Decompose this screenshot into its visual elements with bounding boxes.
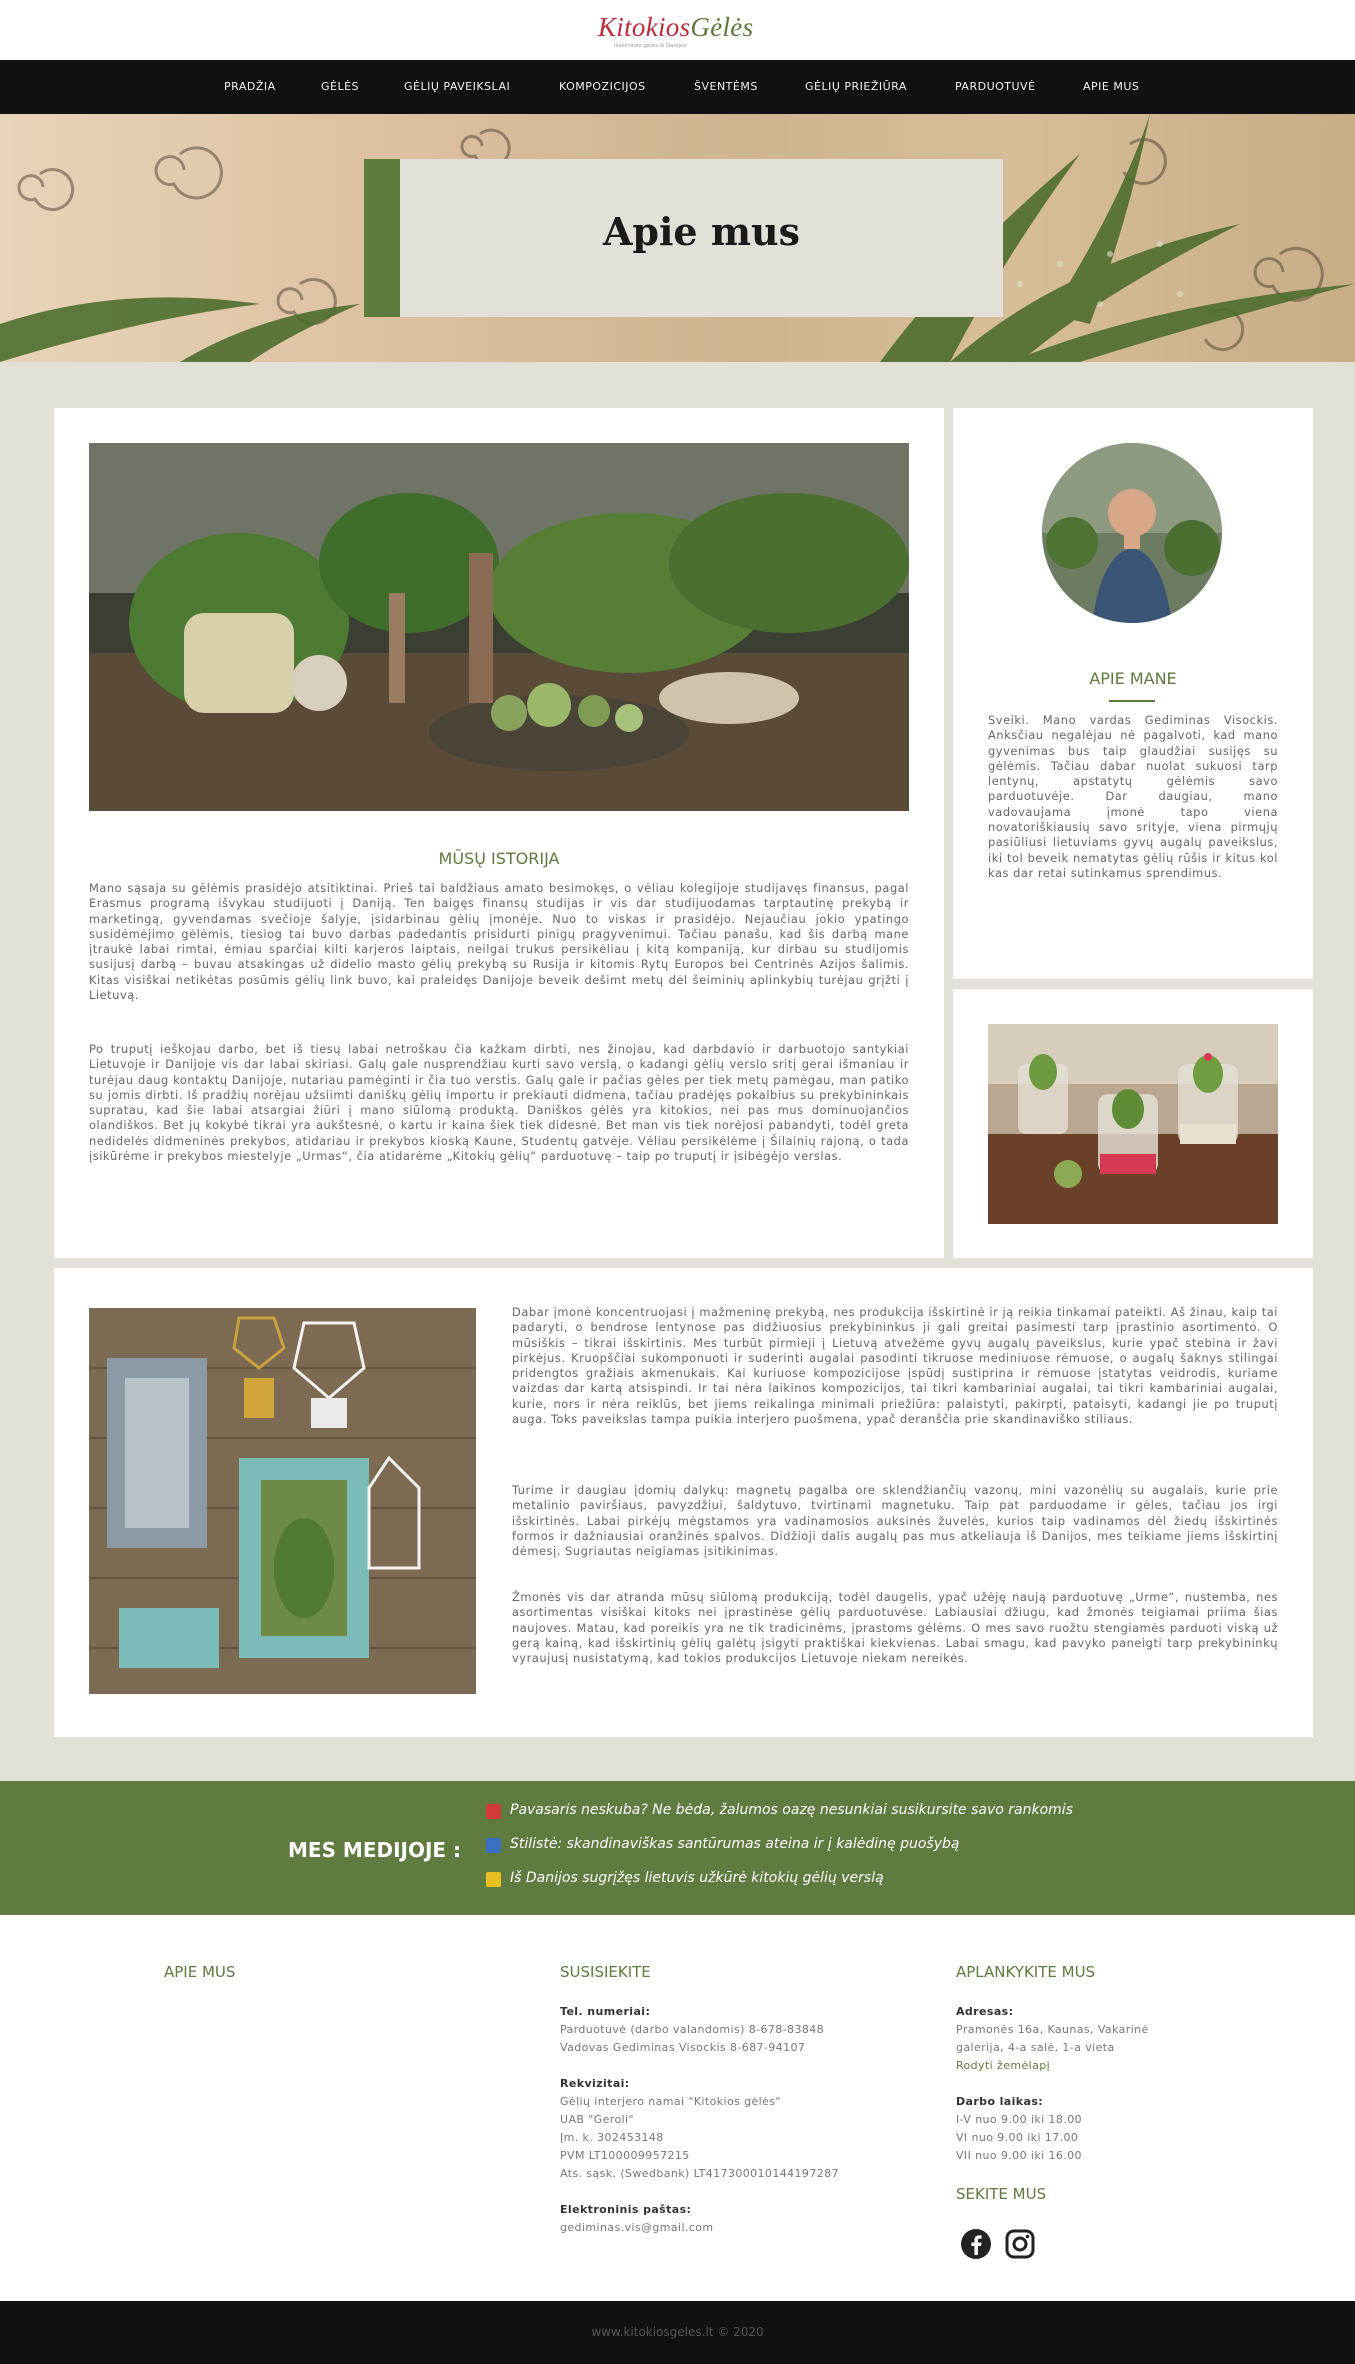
nav-item-geliu-prieziura[interactable]: GĖLIŲ PRIEŽIŪRA	[805, 80, 907, 93]
about-me-divider	[1109, 700, 1155, 702]
phone-manager[interactable]: Vadovas Gediminas Visockis 8-687-94107	[560, 2039, 805, 2057]
phone-shop[interactable]: Parduotuvė (darbo valandomis) 8-678-8384…	[560, 2021, 824, 2039]
address-line: galerija, 4-a salė, 1-a vieta	[956, 2041, 1115, 2054]
history-paragraph-2: Po truputį ieškojau darbo, bet iš tiesų …	[89, 1042, 909, 1164]
requisites-line: Įm. k. 302453148	[560, 2131, 664, 2144]
about-me-card: APIE MANE Sveiki. Mano vardas Gediminas …	[953, 408, 1313, 979]
cactus-photo-card	[953, 989, 1313, 1258]
nav-item-apie-mus[interactable]: APIE MUS	[1083, 80, 1139, 93]
media-link-3[interactable]: Iš Danijos sugrįžęs lietuvis užkūrė kito…	[510, 1870, 884, 1886]
hours-line: VI nuo 9.00 iki 17.00	[956, 2131, 1079, 2144]
bottom-bar: www.kitokiosgeles.lt © 2020	[0, 2301, 1355, 2364]
instagram-icon[interactable]	[1004, 2228, 1036, 2260]
media-title: MES MEDIJOJE :	[288, 1838, 462, 1862]
nav-item-geliu-paveikslai[interactable]: GĖLIŲ PAVEIKSLAI	[404, 80, 510, 93]
requisites-line: PVM LT100009957215	[560, 2149, 690, 2162]
email-link[interactable]: gediminas.vis@gmail.com	[560, 2219, 714, 2237]
media-link-1[interactable]: Pavasaris neskuba? Ne bėda, žalumos oazę…	[510, 1802, 1073, 1818]
nav-item-kompozicijos[interactable]: KOMPOZICIJOS	[559, 80, 646, 93]
hours-line: VII nuo 9.00 iki 16.00	[956, 2149, 1082, 2162]
news-icon	[486, 1838, 501, 1853]
hero-banner: Apie mus	[0, 114, 1355, 362]
company-paragraph-2: Turime ir daugiau įdomių dalykų: magnetų…	[512, 1483, 1278, 1559]
owner-avatar	[1042, 443, 1222, 623]
nav-item-sventems[interactable]: ŠVENTĖMS	[694, 80, 758, 93]
news-icon	[486, 1872, 501, 1887]
company-card: Dabar įmonė koncentruojasi į mažmeninę p…	[54, 1268, 1313, 1737]
hours-line: I-V nuo 9.00 iki 18.00	[956, 2113, 1083, 2126]
header: KitokiosGėlės išskirtinės gėlės iš Danij…	[0, 0, 1355, 60]
nav-item-geles[interactable]: GĖLĖS	[321, 80, 359, 93]
media-section: MES MEDIJOJE : Pavasaris neskuba? Ne bėd…	[0, 1781, 1355, 1915]
about-me-text: Sveiki. Mano vardas Gediminas Visockis. …	[988, 713, 1278, 880]
logo-text-b: Gėlės	[690, 12, 754, 42]
copyright: www.kitokiosgeles.lt © 2020	[591, 2325, 764, 2339]
history-card: MŪSŲ ISTORIJA Mano sąsaja su gėlėmis pra…	[54, 408, 944, 1258]
facebook-icon[interactable]	[960, 2228, 992, 2260]
about-me-heading: APIE MANE	[1089, 669, 1177, 688]
requisites-line: Ats. sąsk. (Swedbank) LT4173000101441972…	[560, 2167, 839, 2180]
main-nav: PRADŽIA GĖLĖS GĖLIŲ PAVEIKSLAI KOMPOZICI…	[0, 60, 1355, 114]
phones-label: Tel. numeriai:	[560, 2005, 651, 2018]
footer: APIE MUS SUSISIEKITE Tel. numeriai: Pard…	[0, 1915, 1355, 2301]
map-link[interactable]: Rodyti žemėlapį	[956, 2057, 1050, 2075]
nav-item-pradzia[interactable]: PRADŽIA	[224, 80, 276, 93]
company-paragraph-1: Dabar įmonė koncentruojasi į mažmeninę p…	[512, 1305, 1278, 1427]
footer-visit-title: APLANKYKITE MUS	[956, 1963, 1096, 1981]
address-label: Adresas:	[956, 2005, 1014, 2018]
follow-title: SEKITE MUS	[956, 2185, 1047, 2203]
nav-item-parduotuve[interactable]: PARDUOTUVĖ	[955, 80, 1036, 93]
requisites-line: Gėlių interjero namai "Kitokios gėlės"	[560, 2095, 781, 2108]
living-plant-frames-photo	[89, 1308, 476, 1694]
logo-text-a: Kitokios	[598, 12, 691, 42]
hero-accent-bar	[364, 159, 400, 317]
page-title: Apie mus	[602, 209, 801, 254]
requisites-line: UAB "Geroli"	[560, 2113, 634, 2126]
history-heading: MŪSŲ ISTORIJA	[438, 849, 560, 868]
address-line: Pramonės 16a, Kaunas, Vakarinė	[956, 2023, 1149, 2036]
news-icon	[486, 1804, 501, 1819]
footer-about-title: APIE MUS	[164, 1963, 236, 1981]
media-link-2[interactable]: Stilistė: skandinaviškas santūrumas atei…	[510, 1836, 959, 1852]
company-paragraph-3: Žmonės vis dar atranda mūsų siūlomą prod…	[512, 1590, 1278, 1666]
greenhouse-photo	[89, 443, 909, 811]
logo-tagline: išskirtinės gėlės iš Danijos	[614, 43, 687, 49]
hours-label: Darbo laikas:	[956, 2095, 1044, 2108]
logo[interactable]: KitokiosGėlės išskirtinės gėlės iš Danij…	[598, 10, 768, 52]
requisites-label: Rekvizitai:	[560, 2077, 630, 2090]
history-paragraph-1: Mano sąsaja su gėlėmis prasidėjo atsitik…	[89, 881, 909, 1003]
email-label: Elektroninis paštas:	[560, 2203, 692, 2216]
cactus-glasses-photo	[988, 1024, 1278, 1224]
footer-contact-title: SUSISIEKITE	[560, 1963, 651, 1981]
